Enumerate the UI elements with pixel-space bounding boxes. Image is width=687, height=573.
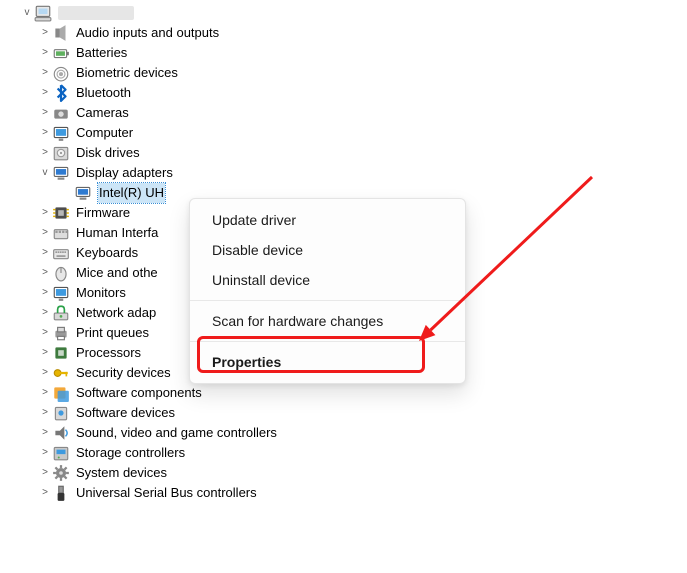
tree-node-label: Monitors — [76, 283, 126, 303]
diskdrv-icon — [52, 144, 70, 162]
proc-icon — [52, 344, 70, 362]
expander-icon[interactable]: > — [38, 323, 52, 343]
tree-node-biometric[interactable]: > Biometric devices — [38, 63, 687, 83]
storage-icon — [52, 444, 70, 462]
network-icon — [52, 304, 70, 322]
tree-node-label: Network adap — [76, 303, 156, 323]
tree-node-label: System devices — [76, 463, 167, 483]
security-icon — [52, 364, 70, 382]
sound-icon — [52, 424, 70, 442]
tree-node-audio[interactable]: > Audio inputs and outputs — [38, 23, 687, 43]
tree-node-computer[interactable]: > Computer — [38, 123, 687, 143]
tree-node-storage[interactable]: > Storage controllers — [38, 443, 687, 463]
usb-icon — [52, 484, 70, 502]
tree-node-label: Disk drives — [76, 143, 140, 163]
tree-node-label: Biometric devices — [76, 63, 178, 83]
context-menu-properties[interactable]: Properties — [190, 347, 465, 377]
tree-node-swcomp[interactable]: > Software components — [38, 383, 687, 403]
context-menu-scan[interactable]: Scan for hardware changes — [190, 306, 465, 336]
monitors-icon — [52, 284, 70, 302]
computer-icon — [52, 124, 70, 142]
tree-node-label: Processors — [76, 343, 141, 363]
tree-node-label: Print queues — [76, 323, 149, 343]
tree-node-diskdrv[interactable]: > Disk drives — [38, 143, 687, 163]
tree-node-swdev[interactable]: > Software devices — [38, 403, 687, 423]
tree-node-sound[interactable]: > Sound, video and game controllers — [38, 423, 687, 443]
context-menu-separator — [190, 341, 465, 342]
tree-node-label: Security devices — [76, 363, 171, 383]
expander-icon[interactable]: > — [38, 463, 52, 483]
computer-root-icon — [34, 4, 52, 22]
expander-icon[interactable]: > — [38, 263, 52, 283]
expander-icon[interactable]: > — [38, 483, 52, 503]
expander-icon[interactable]: > — [38, 443, 52, 463]
expander-icon[interactable]: > — [38, 243, 52, 263]
expander-icon[interactable]: > — [38, 23, 52, 43]
intel-icon — [74, 184, 92, 202]
tree-node-display[interactable]: v Display adapters — [38, 163, 687, 183]
context-menu-update[interactable]: Update driver — [190, 205, 465, 235]
expander-icon[interactable]: > — [38, 83, 52, 103]
display-icon — [52, 164, 70, 182]
expander-icon[interactable]: > — [38, 383, 52, 403]
tree-node-label: Sound, video and game controllers — [76, 423, 277, 443]
tree-node-label: Software components — [76, 383, 202, 403]
tree-node-label: Cameras — [76, 103, 129, 123]
expander-icon[interactable]: > — [38, 203, 52, 223]
expander-icon[interactable]: > — [38, 43, 52, 63]
context-menu-disable[interactable]: Disable device — [190, 235, 465, 265]
bluetooth-icon — [52, 84, 70, 102]
tree-node-label: Mice and othe — [76, 263, 158, 283]
audio-icon — [52, 24, 70, 42]
expander-icon[interactable]: > — [38, 63, 52, 83]
mice-icon — [52, 264, 70, 282]
tree-node-label: Software devices — [76, 403, 175, 423]
tree-node-label: Intel(R) UH — [98, 183, 165, 203]
tree-node-bluetooth[interactable]: > Bluetooth — [38, 83, 687, 103]
tree-node-label: Audio inputs and outputs — [76, 23, 219, 43]
printq-icon — [52, 324, 70, 342]
tree-node-label: Keyboards — [76, 243, 138, 263]
expander-icon[interactable]: v — [38, 163, 52, 183]
tree-root-row[interactable]: v — [16, 3, 687, 23]
tree-node-system[interactable]: > System devices — [38, 463, 687, 483]
biometric-icon — [52, 64, 70, 82]
tree-node-label: Human Interfa — [76, 223, 158, 243]
batteries-icon — [52, 44, 70, 62]
expander-icon[interactable]: > — [38, 403, 52, 423]
expander-icon[interactable]: > — [38, 423, 52, 443]
tree-node-label: Storage controllers — [76, 443, 185, 463]
tree-node-label: Universal Serial Bus controllers — [76, 483, 257, 503]
tree-node-usb[interactable]: > Universal Serial Bus controllers — [38, 483, 687, 503]
tree-node-label: Batteries — [76, 43, 127, 63]
expander-icon[interactable]: > — [38, 343, 52, 363]
tree-node-batteries[interactable]: > Batteries — [38, 43, 687, 63]
system-icon — [52, 464, 70, 482]
tree-node-cameras[interactable]: > Cameras — [38, 103, 687, 123]
firmware-icon — [52, 204, 70, 222]
computer-root-label — [58, 6, 134, 20]
cameras-icon — [52, 104, 70, 122]
hid-icon — [52, 224, 70, 242]
expander-icon[interactable]: > — [38, 103, 52, 123]
expander-icon[interactable]: v — [20, 3, 34, 23]
expander-icon[interactable]: > — [38, 123, 52, 143]
tree-node-label: Firmware — [76, 203, 130, 223]
tree-node-label: Bluetooth — [76, 83, 131, 103]
swcomp-icon — [52, 384, 70, 402]
context-menu: Update driverDisable deviceUninstall dev… — [189, 198, 466, 384]
expander-icon[interactable]: > — [38, 223, 52, 243]
expander-icon[interactable]: > — [38, 303, 52, 323]
tree-node-label: Display adapters — [76, 163, 173, 183]
expander-icon[interactable]: > — [38, 143, 52, 163]
context-menu-separator — [190, 300, 465, 301]
keyboards-icon — [52, 244, 70, 262]
swdev-icon — [52, 404, 70, 422]
expander-icon[interactable]: > — [38, 363, 52, 383]
context-menu-uninstall[interactable]: Uninstall device — [190, 265, 465, 295]
expander-icon[interactable]: > — [38, 283, 52, 303]
tree-node-label: Computer — [76, 123, 133, 143]
